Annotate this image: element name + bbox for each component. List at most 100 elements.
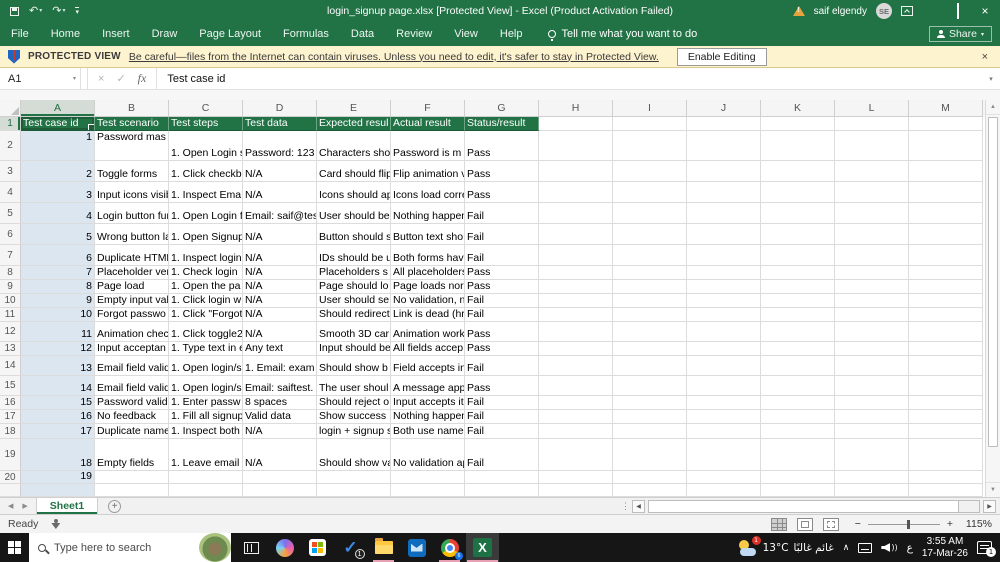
cell-L1[interactable] xyxy=(835,117,909,131)
horizontal-scroll-thumb[interactable] xyxy=(649,500,960,512)
cell-L13[interactable] xyxy=(835,342,909,356)
cell-B13[interactable]: Input acceptan xyxy=(95,342,169,356)
cell-A8[interactable]: 7 xyxy=(21,266,95,280)
cell-L5[interactable] xyxy=(835,203,909,224)
cell-J11[interactable] xyxy=(687,308,761,322)
cell-G18[interactable]: Fail xyxy=(465,424,539,439)
outlook-button[interactable] xyxy=(400,533,433,562)
cell-J14[interactable] xyxy=(687,356,761,376)
cell-M17[interactable] xyxy=(909,410,983,424)
cell-C9[interactable]: 1. Open the pa xyxy=(169,280,243,294)
cell-F10[interactable]: No validation, n xyxy=(391,294,465,308)
cell-G16[interactable]: Fail xyxy=(465,396,539,410)
cell-I7[interactable] xyxy=(613,245,687,266)
tab-scroll-splitter[interactable]: ⋮ xyxy=(621,501,630,512)
cell-K16[interactable] xyxy=(761,396,835,410)
cell-L3[interactable] xyxy=(835,161,909,182)
tell-me-box[interactable]: Tell me what you want to do xyxy=(547,28,697,41)
cell-D15[interactable]: Email: saiftest. xyxy=(243,376,317,396)
cell-A9[interactable]: 8 xyxy=(21,280,95,294)
cell-A16[interactable]: 15 xyxy=(21,396,95,410)
cancel-icon[interactable]: × xyxy=(98,73,104,85)
cell-C14[interactable]: 1. Open login/s xyxy=(169,356,243,376)
cell-D14[interactable]: 1. Email: exam xyxy=(243,356,317,376)
cell-A20[interactable]: 19 xyxy=(21,471,95,484)
cell-D2[interactable]: Password: 123 xyxy=(243,131,317,161)
column-header-M[interactable]: M xyxy=(909,100,983,117)
cell-A13[interactable]: 12 xyxy=(21,342,95,356)
cell-D3[interactable]: N/A xyxy=(243,161,317,182)
ribbon-tab-data[interactable]: Data xyxy=(340,22,385,46)
cell-I12[interactable] xyxy=(613,322,687,342)
row-header-8[interactable]: 8 xyxy=(0,266,21,280)
cell-I6[interactable] xyxy=(613,224,687,245)
cell-K12[interactable] xyxy=(761,322,835,342)
cell-M11[interactable] xyxy=(909,308,983,322)
cell-B12[interactable]: Animation chec xyxy=(95,322,169,342)
language-indicator[interactable]: ع xyxy=(907,542,913,554)
cell-M19[interactable] xyxy=(909,439,983,471)
cell-E7[interactable]: IDs should be u xyxy=(317,245,391,266)
cell-C12[interactable]: 1. Click toggle2 xyxy=(169,322,243,342)
cell-J17[interactable] xyxy=(687,410,761,424)
cell-A[interactable] xyxy=(21,484,95,497)
cell-A3[interactable]: 2 xyxy=(21,161,95,182)
cell-M3[interactable] xyxy=(909,161,983,182)
touch-keyboard-icon[interactable] xyxy=(858,542,873,553)
cell-F4[interactable]: Icons load corre xyxy=(391,182,465,203)
cell-I11[interactable] xyxy=(613,308,687,322)
cell-A15[interactable]: 14 xyxy=(21,376,95,396)
cell-D12[interactable]: N/A xyxy=(243,322,317,342)
weather-widget[interactable]: 1 13°C غائم غالبًا xyxy=(738,535,834,556)
cell-H1[interactable] xyxy=(539,117,613,131)
cell-M4[interactable] xyxy=(909,182,983,203)
cell-K1[interactable] xyxy=(761,117,835,131)
save-icon[interactable] xyxy=(10,6,19,16)
cell-K6[interactable] xyxy=(761,224,835,245)
scroll-up-icon[interactable]: ▲ xyxy=(986,100,1000,115)
cell-C10[interactable]: 1. Click login w xyxy=(169,294,243,308)
cell-L16[interactable] xyxy=(835,396,909,410)
cell-E4[interactable]: Icons should ap xyxy=(317,182,391,203)
cell-F6[interactable]: Button text sho xyxy=(391,224,465,245)
cell-C15[interactable]: 1. Open login/s xyxy=(169,376,243,396)
cell-C16[interactable]: 1. Enter passw xyxy=(169,396,243,410)
ribbon-display-options-icon[interactable] xyxy=(901,6,913,16)
cell-L9[interactable] xyxy=(835,280,909,294)
cell-L18[interactable] xyxy=(835,424,909,439)
cell-D7[interactable]: N/A xyxy=(243,245,317,266)
cell-M10[interactable] xyxy=(909,294,983,308)
cell-B8[interactable]: Placeholder ver xyxy=(95,266,169,280)
task-view-button[interactable] xyxy=(235,533,268,562)
cell-D20[interactable] xyxy=(243,471,317,484)
cell-H[interactable] xyxy=(539,484,613,497)
cell-B6[interactable]: Wrong button la xyxy=(95,224,169,245)
cell-D8[interactable]: N/A xyxy=(243,266,317,280)
ribbon-tab-view[interactable]: View xyxy=(443,22,489,46)
row-header-15[interactable]: 15 xyxy=(0,376,21,396)
row-header-14[interactable]: 14 xyxy=(0,356,21,376)
cell-E17[interactable]: Show success xyxy=(317,410,391,424)
cell-K15[interactable] xyxy=(761,376,835,396)
cell-K5[interactable] xyxy=(761,203,835,224)
column-header-F[interactable]: F xyxy=(391,100,465,117)
cell-H18[interactable] xyxy=(539,424,613,439)
hidden-icons-chevron[interactable]: ∧ xyxy=(843,543,850,553)
cell-M7[interactable] xyxy=(909,245,983,266)
cell-F16[interactable]: Input accepts it xyxy=(391,396,465,410)
cell-G14[interactable]: Fail xyxy=(465,356,539,376)
cell-K4[interactable] xyxy=(761,182,835,203)
cell-F2[interactable]: Password is m xyxy=(391,131,465,161)
cell-L12[interactable] xyxy=(835,322,909,342)
cell-H13[interactable] xyxy=(539,342,613,356)
cell-E10[interactable]: User should se xyxy=(317,294,391,308)
cell-F13[interactable]: All fields accep xyxy=(391,342,465,356)
cell-J[interactable] xyxy=(687,484,761,497)
cell-I4[interactable] xyxy=(613,182,687,203)
cell-E11[interactable]: Should redirect xyxy=(317,308,391,322)
cell-B2[interactable]: Password mas xyxy=(95,131,169,161)
cell-E13[interactable]: Input should be xyxy=(317,342,391,356)
cell-J19[interactable] xyxy=(687,439,761,471)
cell-H7[interactable] xyxy=(539,245,613,266)
cell-J7[interactable] xyxy=(687,245,761,266)
